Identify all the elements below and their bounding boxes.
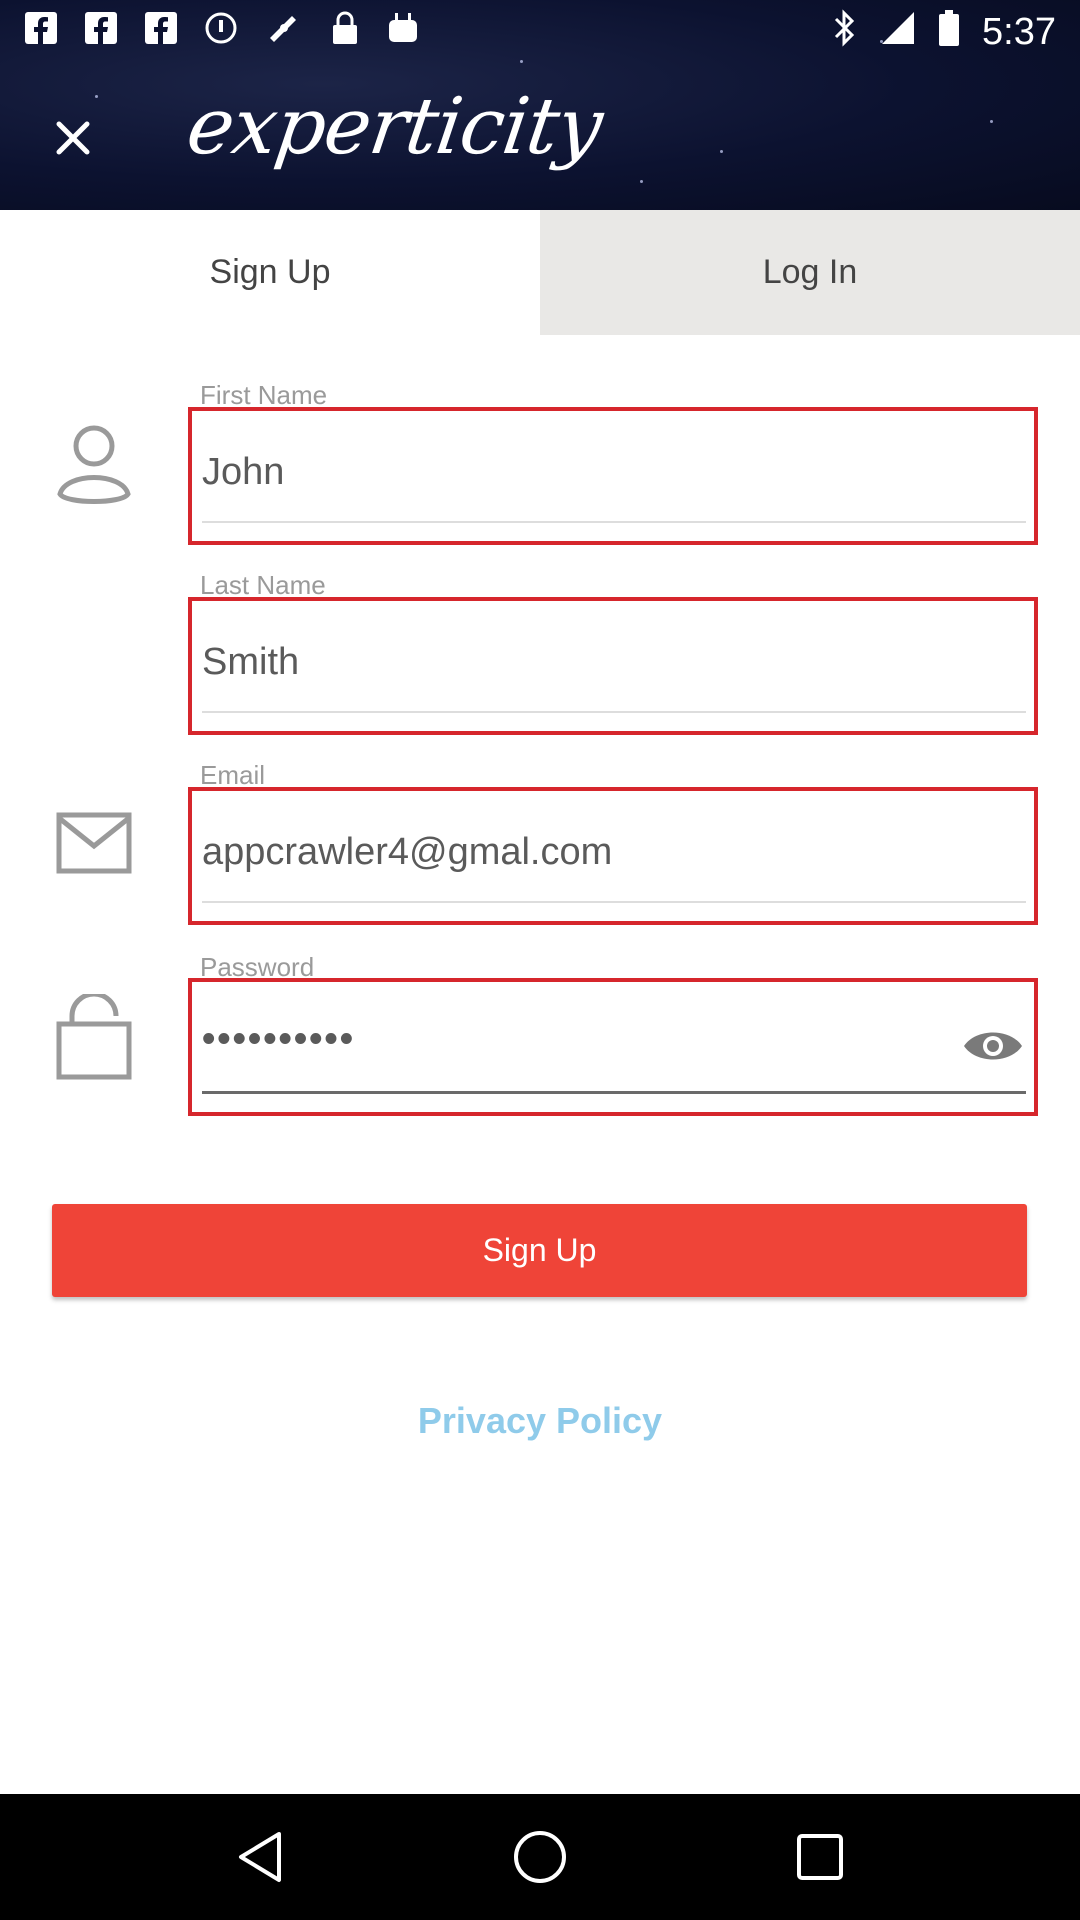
field-underline [202,1091,1026,1094]
privacy-policy-link[interactable]: Privacy Policy [0,1400,1080,1442]
navigation-bar [0,1794,1080,1920]
fake-gps-icon [264,8,304,57]
battery-icon [938,9,960,56]
field-underline [202,901,1026,903]
facebook-icon [24,11,58,54]
notification-icon [204,11,238,54]
back-button[interactable] [230,1827,290,1887]
lock-icon [330,10,360,55]
recents-button[interactable] [790,1827,850,1887]
experticity-logo: experticity [181,82,608,172]
app-header: 5:37 experticity [0,0,1080,210]
email-value[interactable]: appcrawler4@gmal.com [202,831,612,874]
close-button[interactable] [40,105,106,171]
status-bar: 5:37 [0,0,1080,64]
facebook-icon [144,11,178,54]
sign-up-button[interactable]: Sign Up [52,1204,1027,1297]
tab-sign-up[interactable]: Sign Up [0,210,540,335]
person-icon [56,420,132,504]
email-field[interactable]: appcrawler4@gmal.com [188,787,1038,925]
home-icon [514,1831,566,1883]
lock-icon [56,991,132,1080]
facebook-icon [84,11,118,54]
signal-icon [880,10,916,55]
recents-icon [797,1834,843,1880]
eye-icon [964,1032,1022,1060]
last-name-field[interactable]: Smith [188,597,1038,735]
field-underline [202,521,1026,523]
envelope-icon [56,812,132,896]
first-name-field[interactable]: John [188,407,1038,545]
first-name-value[interactable]: John [202,451,284,494]
star-decoration [640,180,643,183]
password-field[interactable]: •••••••••• [188,978,1038,1116]
field-underline [202,711,1026,713]
last-name-value[interactable]: Smith [202,641,299,684]
tab-log-in[interactable]: Log In [540,210,1080,335]
password-value[interactable]: •••••••••• [202,1018,355,1061]
android-icon [386,10,420,55]
star-decoration [95,95,98,98]
show-password-toggle[interactable] [962,1026,1024,1066]
home-button[interactable] [510,1827,570,1887]
star-decoration [720,150,723,153]
status-time: 5:37 [982,10,1056,53]
star-decoration [990,120,993,123]
auth-tabs: Sign Up Log In [0,210,1080,335]
bluetooth-icon [832,8,858,56]
close-icon [56,121,90,155]
back-icon [239,1832,281,1882]
